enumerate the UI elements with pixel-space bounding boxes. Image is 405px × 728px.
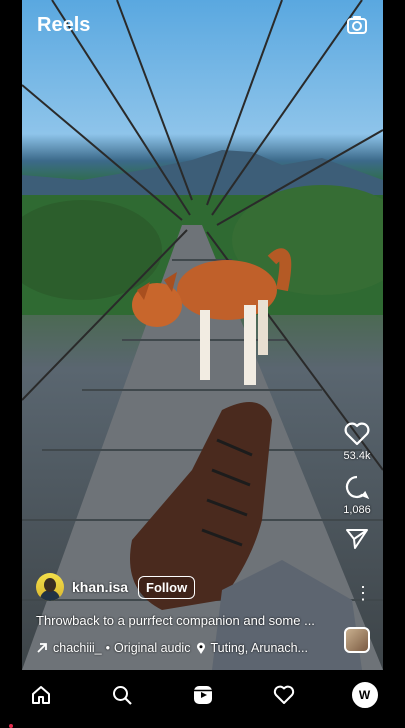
reels-icon[interactable] bbox=[188, 680, 218, 710]
likes-count: 53.4k bbox=[343, 450, 371, 462]
more-options-icon[interactable]: ⋮ bbox=[354, 584, 372, 602]
comment-action[interactable]: 1,086 bbox=[338, 474, 376, 516]
share-icon[interactable] bbox=[345, 528, 369, 550]
heart-nav-icon[interactable] bbox=[269, 680, 299, 710]
bottom-navigation: W bbox=[0, 670, 405, 728]
post-caption[interactable]: Throwback to a purrfect companion and so… bbox=[36, 613, 336, 628]
share-action[interactable] bbox=[338, 528, 376, 550]
tagged-user[interactable]: chachiii_ bbox=[53, 641, 102, 655]
comments-count: 1,086 bbox=[343, 504, 371, 516]
action-rail: 53.4k 1,086 bbox=[338, 422, 376, 562]
home-icon[interactable] bbox=[26, 680, 56, 710]
location-pin-icon bbox=[197, 642, 206, 654]
location-label[interactable]: Tuting, Arunach... bbox=[210, 641, 308, 655]
post-author: khan.isa Follow bbox=[36, 573, 196, 601]
profile-avatar[interactable]: W bbox=[9, 680, 380, 728]
reel-video[interactable] bbox=[22, 0, 383, 670]
heart-icon[interactable] bbox=[344, 422, 370, 446]
separator-dot: • bbox=[105, 641, 111, 655]
search-icon[interactable] bbox=[107, 680, 137, 710]
reel-scene-image bbox=[22, 0, 383, 670]
tag-arrow-icon bbox=[37, 643, 47, 653]
like-action[interactable]: 53.4k bbox=[338, 422, 376, 462]
avatar[interactable] bbox=[36, 573, 64, 601]
notification-dot bbox=[9, 724, 13, 728]
comment-icon[interactable] bbox=[344, 474, 370, 500]
camera-icon[interactable] bbox=[346, 14, 368, 36]
page-title: Reels bbox=[37, 14, 91, 36]
post-meta: chachiii_ • Original audic Tuting, Aruna… bbox=[36, 641, 308, 655]
audio-thumbnail[interactable] bbox=[344, 627, 370, 653]
follow-button[interactable]: Follow bbox=[138, 575, 196, 599]
audio-label[interactable]: Original audic bbox=[114, 641, 190, 655]
username[interactable]: khan.isa bbox=[72, 579, 128, 595]
profile-initial: W bbox=[351, 682, 378, 708]
